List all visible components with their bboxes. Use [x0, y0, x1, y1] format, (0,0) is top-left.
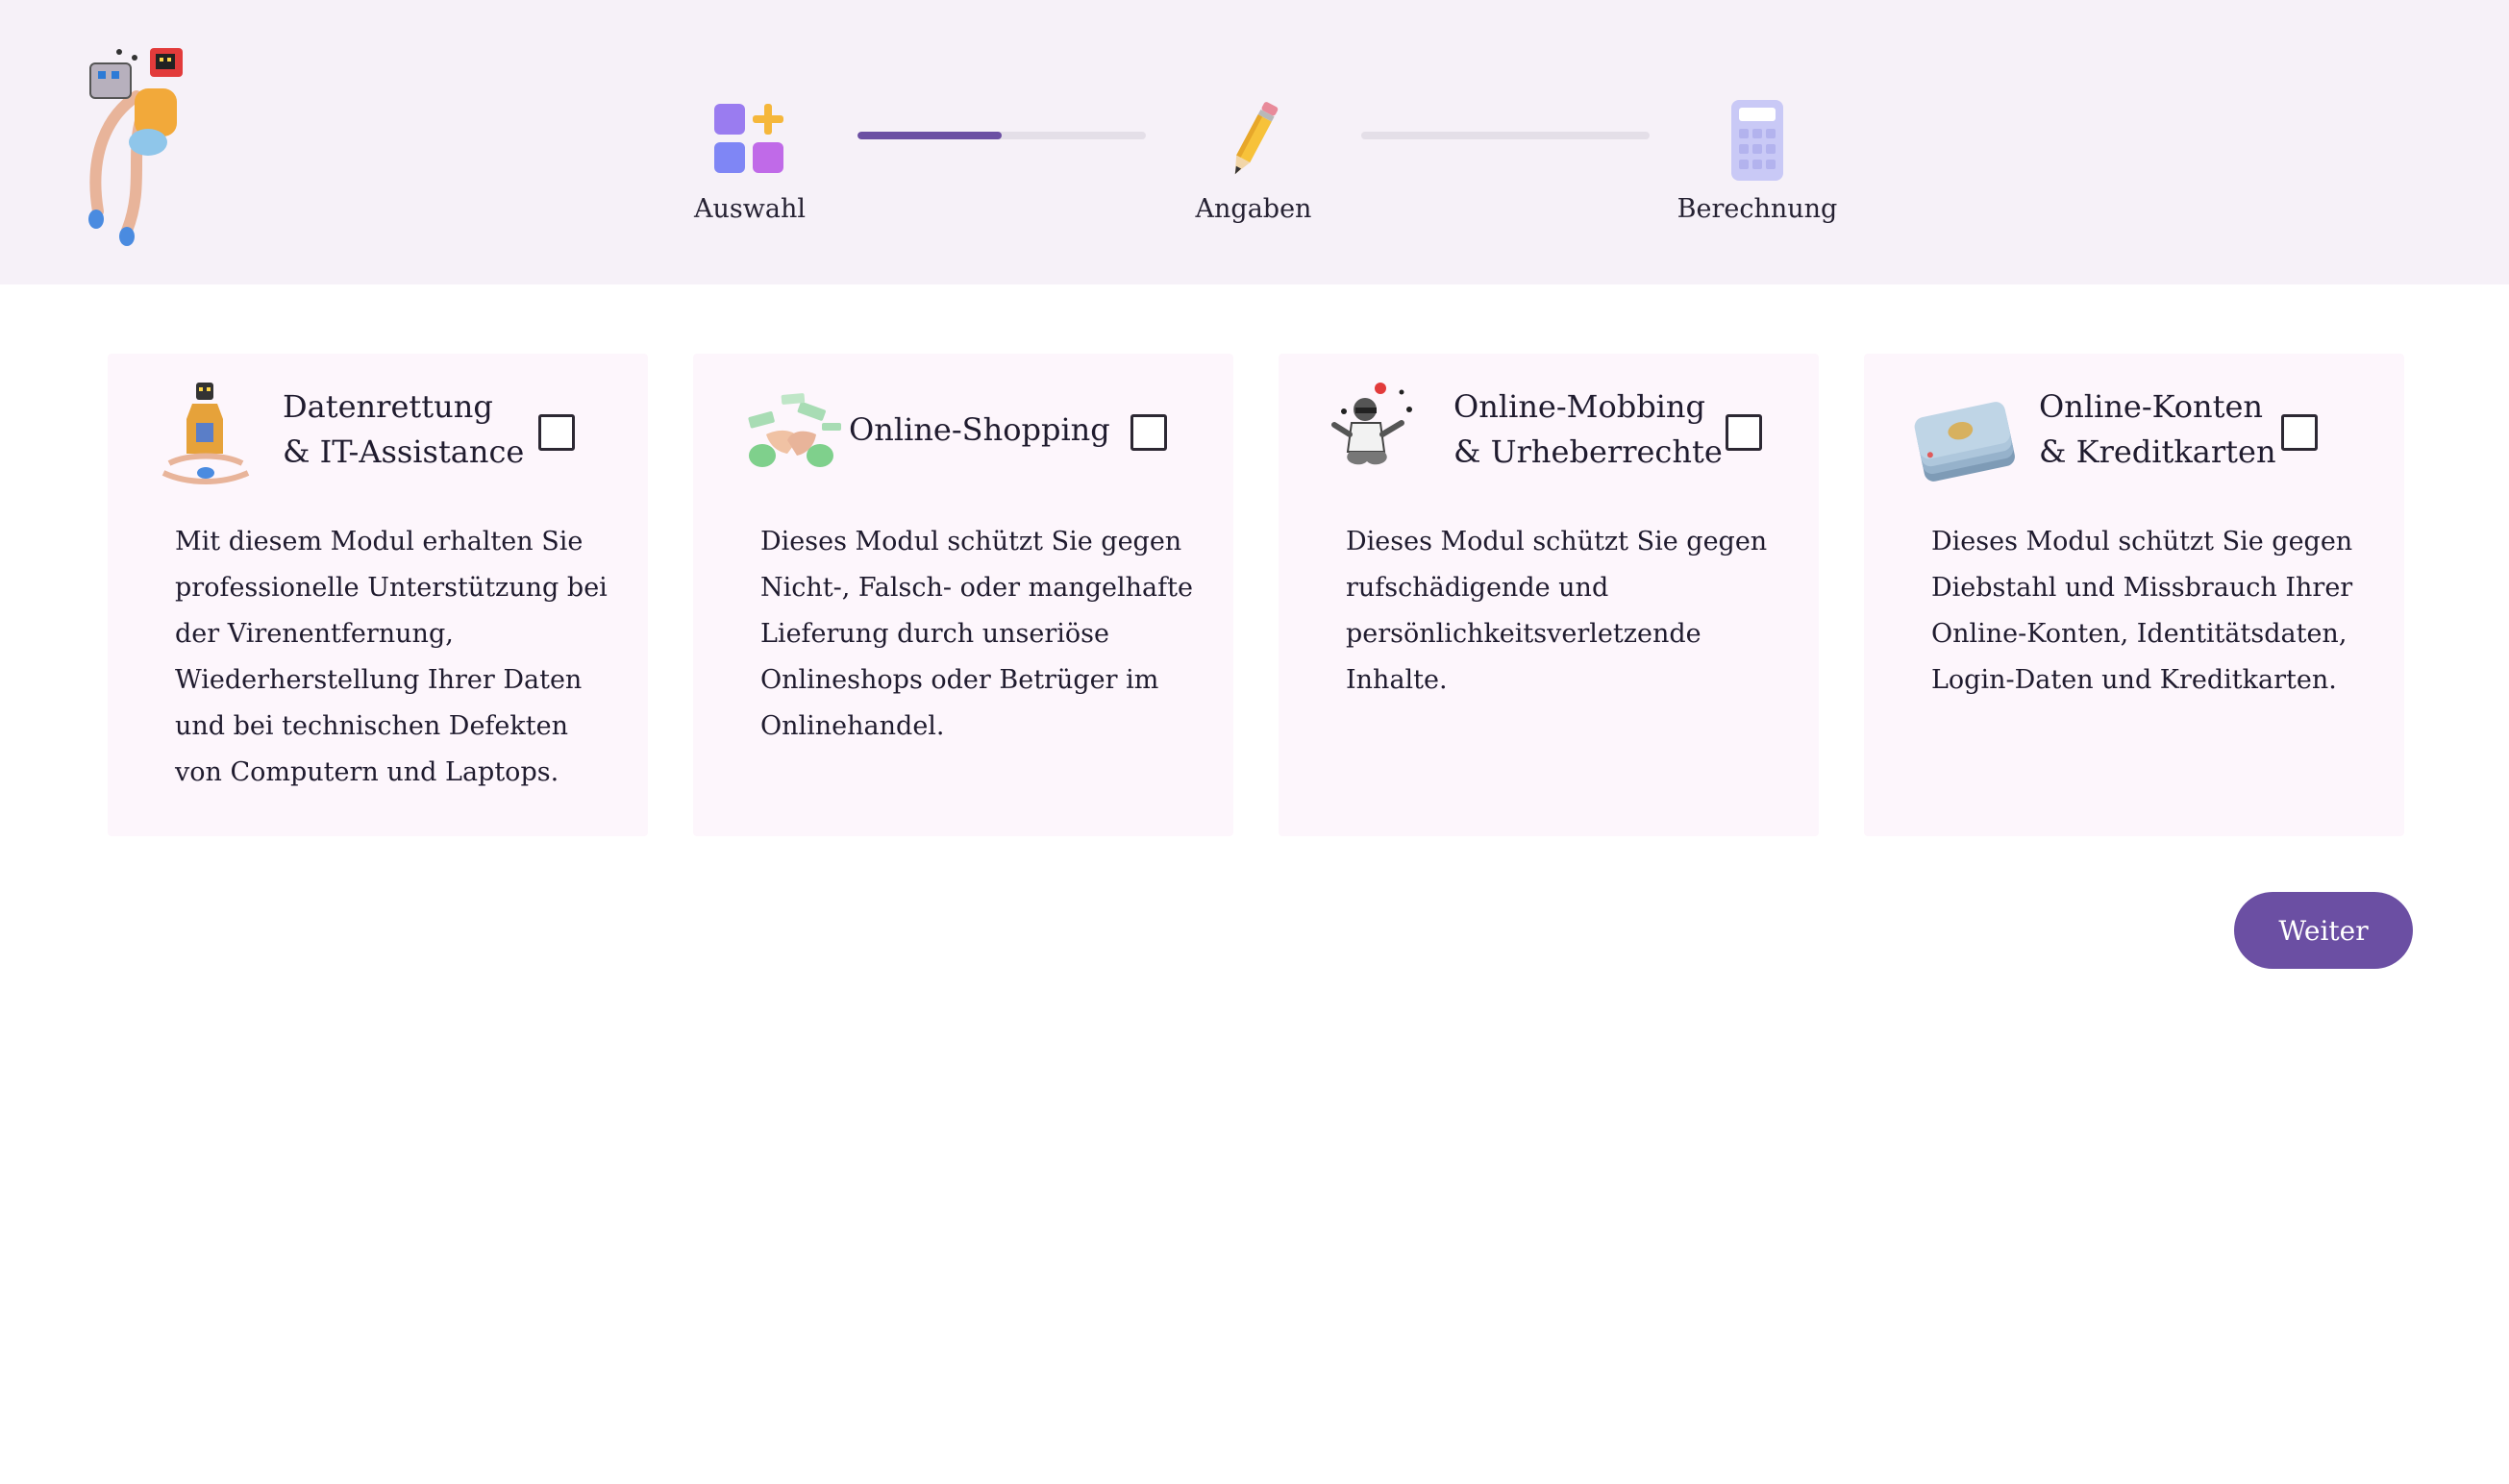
module-card-online-konten[interactable]: Online-Konten & Kreditkarten Dieses Modu… [1864, 354, 2404, 836]
module-card-datenrettung[interactable]: Datenrettung & IT-Assistance Mit diesem … [108, 354, 648, 836]
money-hands-icon [748, 393, 841, 467]
progress-stepper: Auswahl Angaben Berechnung [0, 0, 2509, 284]
module-title-line-1: Datenrettung [283, 388, 493, 425]
module-title: Datenrettung & IT-Assistance [283, 384, 571, 475]
header: Auswahl Angaben Berechnung [0, 0, 2509, 284]
module-description: Dieses Modul schützt Sie gegen Nicht-, F… [760, 527, 1193, 741]
progress-bar-2 [1361, 132, 1650, 139]
next-button[interactable]: Weiter [2234, 892, 2413, 969]
module-cards: Datenrettung & IT-Assistance Mit diesem … [108, 354, 2404, 836]
step-berechnung[interactable]: Berechnung [1642, 96, 1873, 224]
module-title: Online-Mobbing & Urheberrechte [1453, 384, 1742, 475]
progress-fill-1 [857, 132, 1002, 139]
step-auswahl[interactable]: Auswahl [634, 96, 865, 224]
robot-bottle-icon [161, 383, 250, 484]
step-label: Angaben [1195, 194, 1312, 224]
module-description: Mit diesem Modul erhalten Sie profession… [175, 527, 608, 787]
step-angaben[interactable]: Angaben [1138, 96, 1369, 224]
module-checkbox[interactable] [1726, 414, 1762, 451]
module-card-online-shopping[interactable]: Online-Shopping Dieses Modul schützt Sie… [693, 354, 1233, 836]
grid-plus-icon [714, 104, 783, 173]
module-title-line-1: Online-Shopping [849, 411, 1110, 448]
progress-bar-1 [857, 132, 1146, 139]
calculator-icon [1731, 100, 1783, 181]
module-title: Online-Shopping [849, 408, 1137, 453]
step-label: Berechnung [1677, 194, 1838, 224]
module-checkbox[interactable] [1130, 414, 1167, 451]
module-title-line-1: Online-Mobbing [1453, 388, 1705, 425]
module-description: Dieses Modul schützt Sie gegen Diebstahl… [1931, 527, 2353, 695]
module-card-online-mobbing[interactable]: Online-Mobbing & Urheberrechte Dieses Mo… [1279, 354, 1819, 836]
module-checkbox[interactable] [2281, 414, 2318, 451]
step-label: Auswahl [694, 194, 806, 224]
module-checkbox[interactable] [538, 414, 575, 451]
module-title-line-2: & IT-Assistance [283, 433, 525, 470]
pencil-icon [1234, 102, 1279, 175]
credit-card-stack-icon [1914, 402, 2015, 482]
juggler-figure-icon [1331, 383, 1412, 465]
module-description: Dieses Modul schützt Sie gegen rufschädi… [1346, 527, 1768, 695]
module-title-line-2: & Urheberrechte [1453, 433, 1723, 470]
